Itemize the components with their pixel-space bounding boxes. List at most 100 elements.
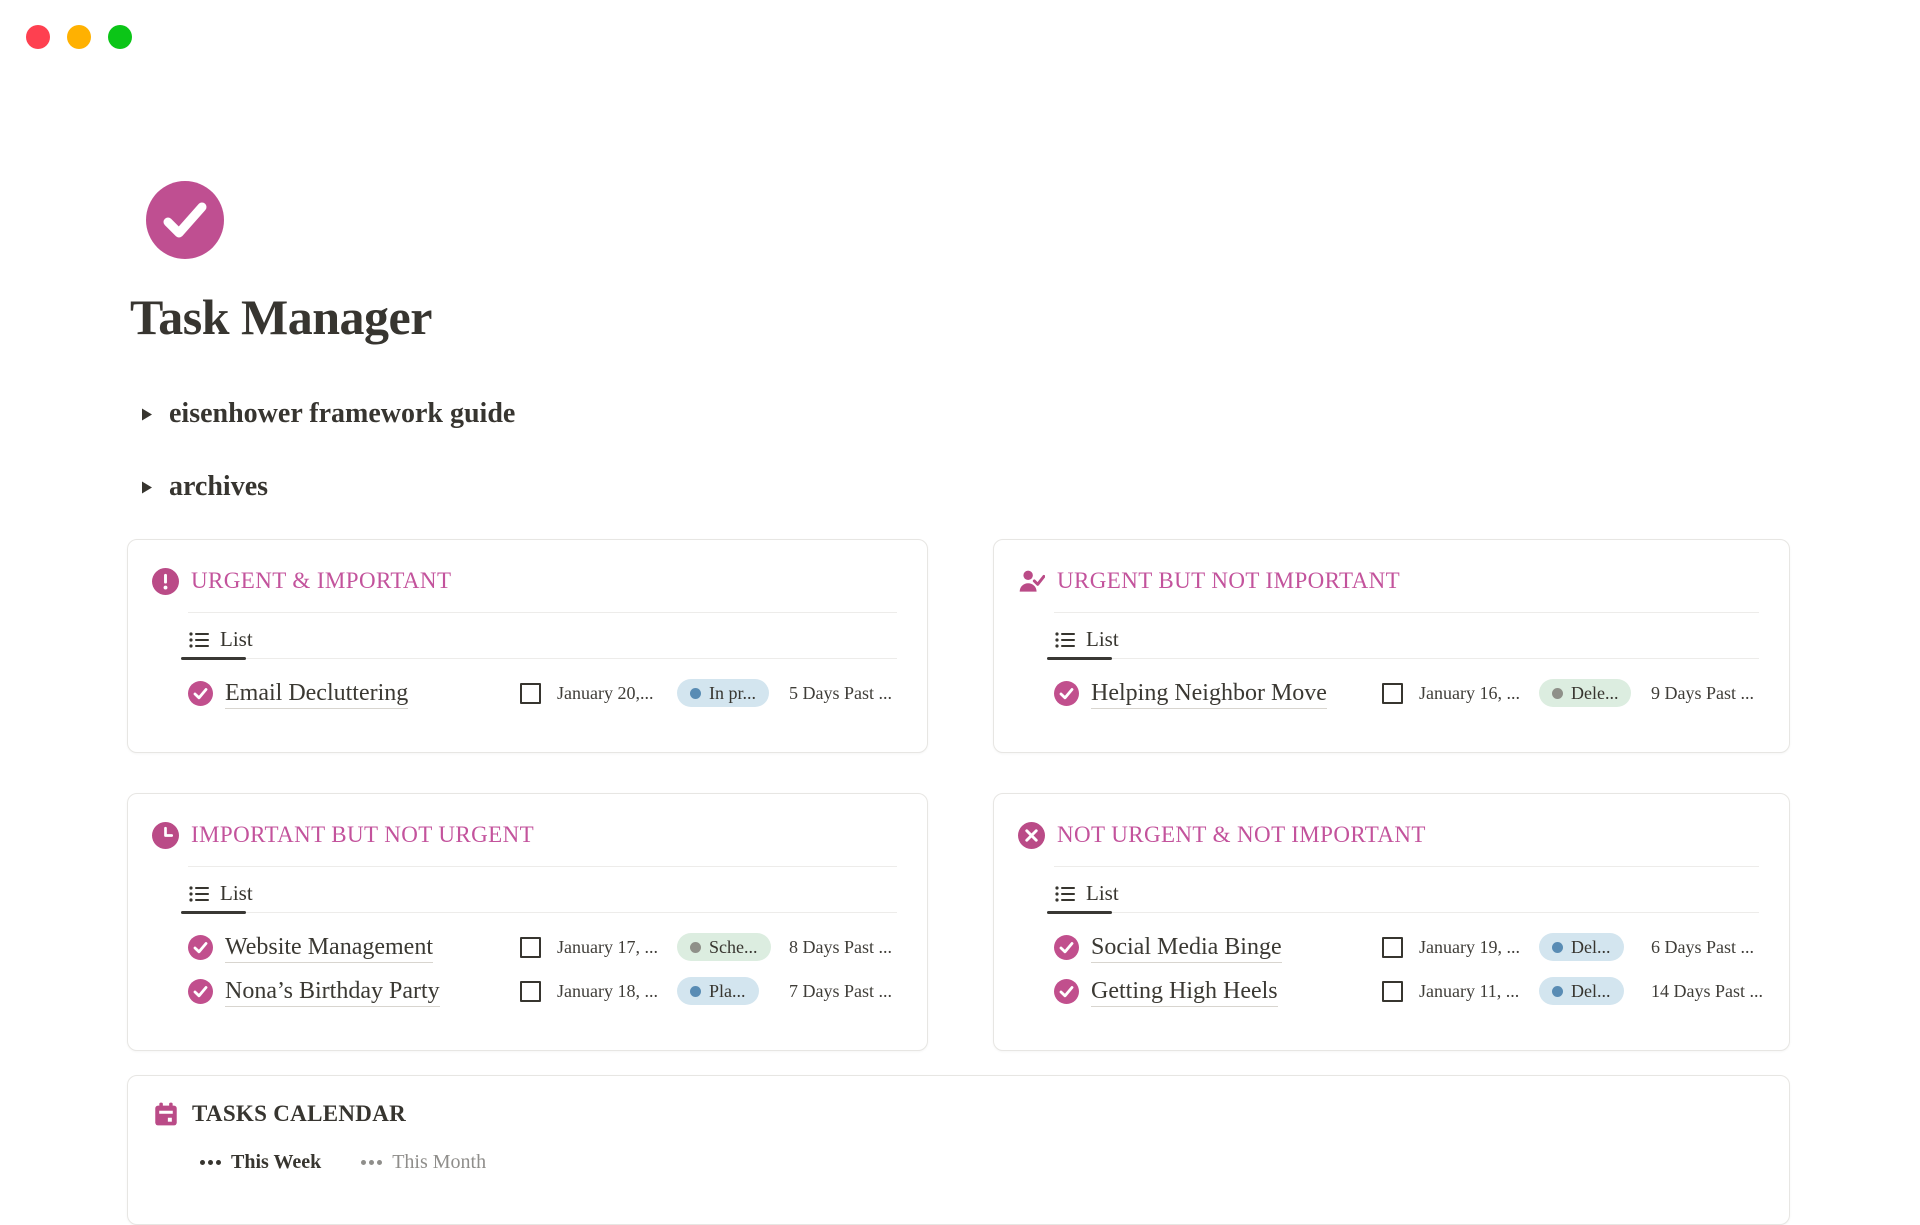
- close-window-button[interactable]: [26, 25, 50, 49]
- person-check-icon: [1018, 568, 1045, 595]
- minimize-window-button[interactable]: [67, 25, 91, 49]
- dots-icon: [200, 1160, 221, 1165]
- status-badge[interactable]: Del...: [1539, 977, 1624, 1005]
- days-past-text: 5 Days Past ...: [789, 683, 917, 704]
- task-date: January 18, ...: [557, 981, 677, 1002]
- task-checkbox[interactable]: [1382, 683, 1403, 704]
- toggle-archives[interactable]: archives: [140, 471, 268, 503]
- page-check-circle-icon[interactable]: [146, 181, 224, 259]
- window-controls: [26, 25, 132, 49]
- divider: [1054, 866, 1759, 867]
- task-title-link[interactable]: Nona’s Birthday Party: [225, 978, 440, 1007]
- days-past-text: 14 Days Past ...: [1651, 981, 1779, 1002]
- status-label: Pla...: [709, 981, 746, 1002]
- task-row: Helping Neighbor Move January 16, ... De…: [994, 671, 1789, 715]
- task-row: Social Media Binge January 19, ... Del..…: [994, 925, 1789, 969]
- toggle-eisenhower-framework-guide[interactable]: eisenhower framework guide: [140, 398, 515, 430]
- toggle-label: eisenhower framework guide: [169, 398, 515, 430]
- card-header: TASKS CALENDAR: [152, 1098, 1759, 1130]
- task-check-icon: [188, 979, 213, 1004]
- card-header: URGENT BUT NOT IMPORTANT: [1018, 564, 1759, 598]
- status-dot-icon: [690, 942, 701, 953]
- quadrant-grid: URGENT & IMPORTANT List Email Declutteri…: [127, 539, 1790, 1051]
- status-badge[interactable]: Pla...: [677, 977, 759, 1005]
- task-row: Website Management January 17, ... Sche.…: [128, 925, 927, 969]
- list-view-icon: [188, 883, 210, 905]
- calendar-view-tabs: This Week This Month: [200, 1148, 1789, 1176]
- list-view-icon: [188, 629, 210, 651]
- status-label: Dele...: [1571, 683, 1618, 704]
- list-view-icon: [1054, 883, 1076, 905]
- days-past-text: 9 Days Past ...: [1651, 683, 1779, 704]
- task-list: Website Management January 17, ... Sche.…: [128, 925, 927, 1013]
- view-tabs: List: [1054, 629, 1759, 659]
- task-title-link[interactable]: Email Decluttering: [225, 680, 408, 709]
- task-check-icon: [1054, 979, 1079, 1004]
- status-label: In pr...: [709, 683, 756, 704]
- chevron-right-icon: [140, 480, 153, 495]
- status-label: Sche...: [709, 937, 758, 958]
- calendar-icon: [152, 1100, 180, 1128]
- status-label: Del...: [1571, 937, 1611, 958]
- task-date: January 11, ...: [1419, 981, 1539, 1002]
- active-tab-indicator: [181, 657, 246, 660]
- task-row: Email Decluttering January 20,... In pr.…: [128, 671, 927, 715]
- status-badge[interactable]: Dele...: [1539, 679, 1631, 707]
- status-label: Del...: [1571, 981, 1611, 1002]
- tasks-calendar-card: TASKS CALENDAR This Week This Month: [127, 1075, 1790, 1225]
- task-checkbox[interactable]: [520, 981, 541, 1002]
- view-tabs: List: [1054, 883, 1759, 913]
- task-check-icon: [188, 681, 213, 706]
- task-checkbox[interactable]: [1382, 937, 1403, 958]
- card-header: NOT URGENT & NOT IMPORTANT: [1018, 818, 1759, 852]
- quadrant-title: URGENT & IMPORTANT: [191, 568, 451, 594]
- active-tab-indicator: [181, 911, 246, 914]
- card-header: URGENT & IMPORTANT: [152, 564, 897, 598]
- status-badge[interactable]: Del...: [1539, 933, 1624, 961]
- tab-list[interactable]: List: [1086, 881, 1119, 906]
- quadrant-title: NOT URGENT & NOT IMPORTANT: [1057, 822, 1426, 848]
- task-title-link[interactable]: Helping Neighbor Move: [1091, 680, 1327, 709]
- days-past-text: 6 Days Past ...: [1651, 937, 1779, 958]
- task-date: January 16, ...: [1419, 683, 1539, 704]
- divider: [1054, 612, 1759, 613]
- task-list: Helping Neighbor Move January 16, ... De…: [994, 671, 1789, 715]
- quadrant-card-urgent-not-important: URGENT BUT NOT IMPORTANT List Helping Ne…: [993, 539, 1790, 753]
- tab-list[interactable]: List: [1086, 627, 1119, 652]
- task-checkbox[interactable]: [1382, 981, 1403, 1002]
- active-tab-indicator: [1047, 657, 1112, 660]
- task-row: Nona’s Birthday Party January 18, ... Pl…: [128, 969, 927, 1013]
- alert-circle-icon: [152, 568, 179, 595]
- task-list: Email Decluttering January 20,... In pr.…: [128, 671, 927, 715]
- task-row: Getting High Heels January 11, ... Del..…: [994, 969, 1789, 1013]
- task-checkbox[interactable]: [520, 683, 541, 704]
- status-dot-icon: [690, 688, 701, 699]
- quadrant-title: IMPORTANT BUT NOT URGENT: [191, 822, 534, 848]
- quadrant-card-urgent-important: URGENT & IMPORTANT List Email Declutteri…: [127, 539, 928, 753]
- quadrant-card-important-not-urgent: IMPORTANT BUT NOT URGENT List Website Ma…: [127, 793, 928, 1051]
- zoom-window-button[interactable]: [108, 25, 132, 49]
- task-check-icon: [1054, 935, 1079, 960]
- status-dot-icon: [1552, 688, 1563, 699]
- tab-this-week[interactable]: This Week: [200, 1148, 321, 1176]
- quadrant-card-not-urgent-not-important: NOT URGENT & NOT IMPORTANT List Social M…: [993, 793, 1790, 1051]
- status-badge[interactable]: In pr...: [677, 679, 769, 707]
- task-title-link[interactable]: Social Media Binge: [1091, 934, 1282, 963]
- status-dot-icon: [1552, 942, 1563, 953]
- tab-list[interactable]: List: [220, 881, 253, 906]
- status-badge[interactable]: Sche...: [677, 933, 771, 961]
- task-title-link[interactable]: Getting High Heels: [1091, 978, 1278, 1007]
- view-tabs: List: [188, 883, 897, 913]
- page-title: Task Manager: [130, 288, 432, 346]
- status-dot-icon: [1552, 986, 1563, 997]
- list-view-icon: [1054, 629, 1076, 651]
- toggle-label: archives: [169, 471, 268, 503]
- task-title-link[interactable]: Website Management: [225, 934, 433, 963]
- tab-list[interactable]: List: [220, 627, 253, 652]
- status-dot-icon: [690, 986, 701, 997]
- task-checkbox[interactable]: [520, 937, 541, 958]
- task-check-icon: [1054, 681, 1079, 706]
- task-check-icon: [188, 935, 213, 960]
- task-date: January 20,...: [557, 683, 677, 704]
- tab-this-month[interactable]: This Month: [361, 1148, 486, 1176]
